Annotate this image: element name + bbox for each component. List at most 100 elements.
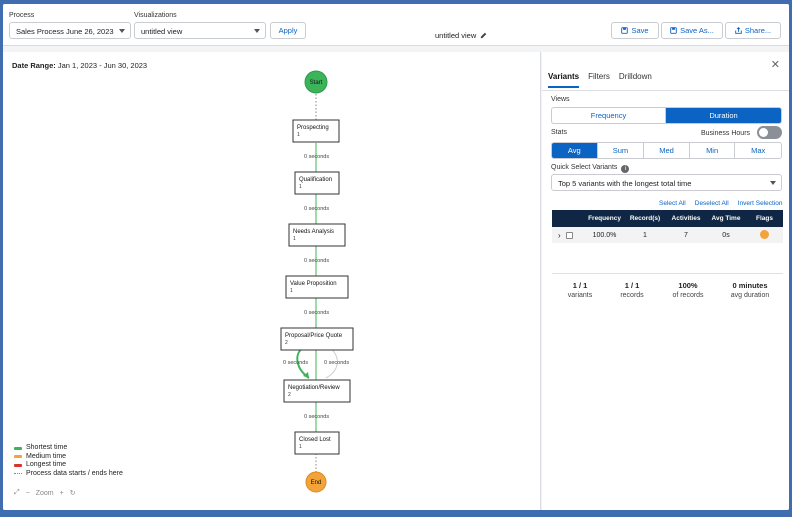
cell-activities: 7 [684, 231, 688, 239]
cell-records: 1 [643, 231, 647, 239]
edge-duration-label: 0 seconds [283, 360, 308, 366]
visualizations-label: Visualizations [134, 12, 177, 19]
process-map-canvas[interactable]: Date Range: Jan 1, 2023 - Jun 30, 2023 S… [3, 52, 541, 510]
stats-min-button[interactable]: Min [690, 143, 736, 158]
start-label: Start [310, 80, 323, 86]
quick-select-label-text: Quick Select Variants [551, 164, 618, 171]
zoom-out-button[interactable]: − [26, 490, 30, 497]
zoom-in-button[interactable]: + [60, 490, 64, 497]
view-name[interactable]: untitled view [435, 31, 487, 40]
legend-label: Medium time [26, 452, 67, 460]
apply-button[interactable]: Apply [270, 22, 306, 39]
summary-label: variants [567, 292, 593, 299]
header-records[interactable]: Record(s) [624, 215, 666, 222]
legend-swatch-dotted [14, 473, 22, 475]
fit-view-icon[interactable]: ⤢ [14, 489, 20, 497]
legend-swatch-medium [14, 455, 22, 459]
edge-duration-label: 0 seconds [304, 310, 329, 316]
panel-tabs: Variants Filters Drilldown [548, 72, 661, 88]
step-box [280, 327, 354, 351]
stats-max-button[interactable]: Max [735, 143, 781, 158]
summary-variants: 1 / 1 variants [554, 281, 606, 299]
share-label: Share... [744, 26, 772, 35]
stats-label: Stats [551, 129, 567, 136]
stats-toggle: Avg Sum Med Min Max [551, 142, 782, 159]
legend-item: Medium time [14, 453, 123, 462]
step-box [292, 119, 340, 143]
legend-swatch-longest [14, 463, 22, 467]
step-count: 1 [297, 132, 300, 138]
row-controls: › [552, 231, 585, 240]
tab-filters[interactable]: Filters [588, 72, 610, 88]
table-row[interactable]: › 100.0% 1 7 0s [552, 227, 783, 243]
step-count: 1 [299, 444, 302, 450]
chevron-down-icon [119, 29, 125, 33]
step-node[interactable]: Needs Analysis1 [288, 223, 346, 247]
step-node[interactable]: Proposal/Price Quote2 [280, 327, 354, 351]
legend-swatch-shortest [14, 446, 22, 450]
step-node[interactable]: Prospecting1 [292, 119, 340, 143]
info-icon[interactable]: i [621, 165, 630, 173]
chevron-right-icon[interactable]: › [558, 231, 561, 240]
summary-value: 100% [678, 281, 698, 290]
header-activities[interactable]: Activities [666, 215, 706, 222]
save-as-icon [670, 27, 677, 34]
tab-variants[interactable]: Variants [548, 72, 580, 88]
views-toggle: Frequency Duration [551, 107, 782, 124]
step-count: 2 [285, 340, 288, 346]
flag-warning-icon[interactable] [760, 229, 769, 239]
step-box [288, 223, 346, 247]
chevron-down-icon [770, 181, 776, 185]
step-box [294, 431, 340, 455]
cell-flags [746, 229, 783, 241]
edge-duration-label: 0 seconds [304, 258, 329, 264]
row-checkbox[interactable] [565, 231, 573, 239]
step-node[interactable]: Closed Lost1 [294, 431, 340, 455]
summary-divider [552, 273, 783, 274]
legend-label: Process data starts / ends here [26, 469, 123, 477]
reset-icon[interactable]: ↻ [70, 489, 76, 497]
chevron-down-icon [254, 29, 260, 33]
legend-item: Longest time [14, 461, 123, 470]
close-icon[interactable]: ✕ [771, 58, 780, 71]
pencil-icon[interactable] [480, 32, 487, 39]
header-avg-time[interactable]: Avg Time [706, 215, 746, 222]
edge-duration-label: 0 seconds [324, 360, 349, 366]
end-label: End [311, 480, 322, 486]
edge-duration-label: 0 seconds [304, 206, 329, 212]
process-flow-diagram: Start End Prospecting1Qualification1Need… [280, 70, 354, 493]
step-node[interactable]: Qualification1 [294, 171, 340, 195]
deselect-all-link[interactable]: Deselect All [695, 200, 729, 207]
stats-avg-button[interactable]: Avg [552, 143, 598, 158]
zoom-controls: ⤢ − Zoom + ↻ [14, 489, 82, 497]
save-button[interactable]: Save [611, 22, 659, 39]
views-frequency-button[interactable]: Frequency [552, 108, 667, 123]
select-all-link[interactable]: Select All [659, 200, 686, 207]
process-label: Process [9, 12, 35, 19]
tab-drilldown[interactable]: Drilldown [619, 72, 652, 88]
stats-med-button[interactable]: Med [644, 143, 690, 158]
step-node[interactable]: Negotiation/Review2 [283, 379, 351, 403]
header-frequency[interactable]: Frequency [585, 215, 624, 222]
stats-sum-button[interactable]: Sum [598, 143, 645, 158]
business-hours-toggle[interactable] [757, 126, 782, 139]
process-select[interactable]: Sales Process June 26, 2023 [9, 22, 131, 39]
invert-selection-link[interactable]: Invert Selection [738, 200, 783, 207]
quick-select-dropdown[interactable]: Top 5 variants with the longest total ti… [551, 174, 782, 191]
step-box [294, 171, 340, 195]
views-duration-button[interactable]: Duration [666, 108, 781, 123]
share-button[interactable]: Share... [725, 22, 781, 39]
summary-percent: 100% of records [660, 281, 716, 299]
save-as-button[interactable]: Save As... [661, 22, 723, 39]
save-label: Save [631, 26, 649, 35]
step-name: Proposal/Price Quote [285, 333, 343, 339]
visualizations-select[interactable]: untitled view [134, 22, 266, 39]
step-name: Qualification [299, 177, 332, 183]
summary-value: 0 minutes [732, 281, 768, 290]
step-node[interactable]: Value Proposition1 [285, 275, 349, 299]
quick-select-label: Quick Select Variants i [551, 164, 630, 173]
step-box [285, 275, 349, 299]
summary-duration: 0 minutes avg duration [718, 281, 782, 299]
step-name: Negotiation/Review [288, 385, 340, 391]
step-name: Needs Analysis [293, 229, 334, 235]
